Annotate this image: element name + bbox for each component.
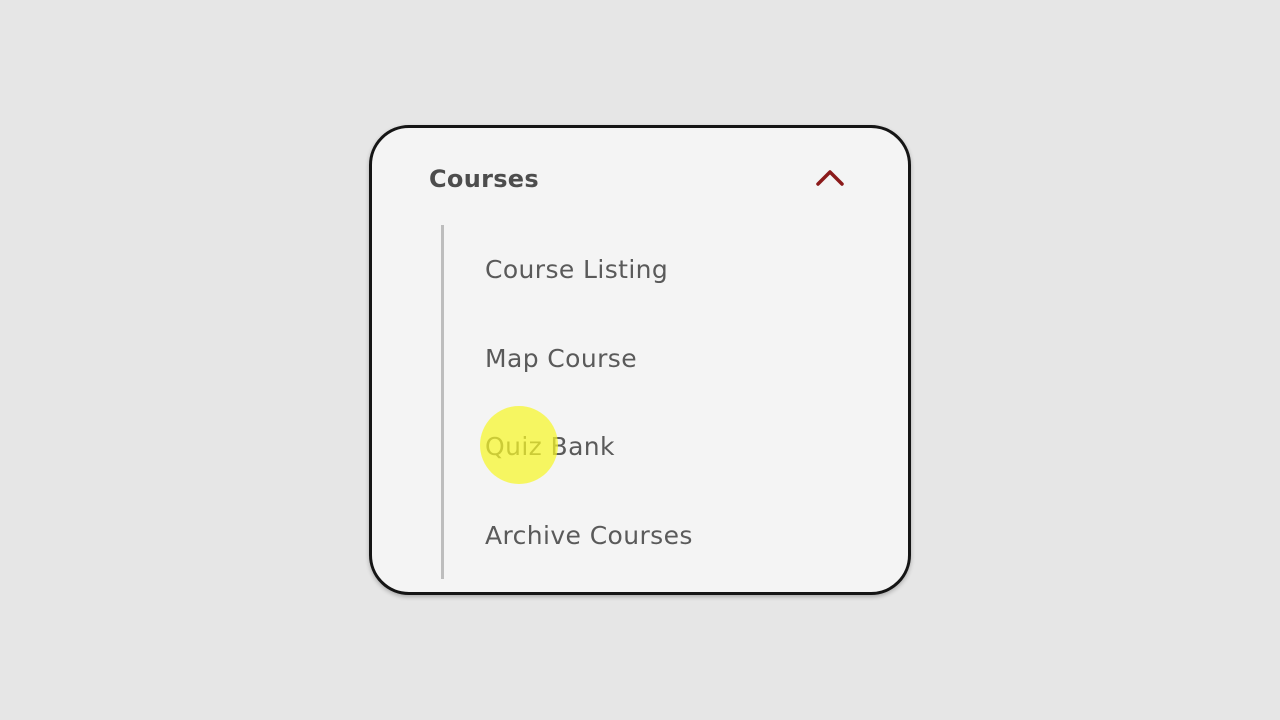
courses-menu-panel: Courses Course Listing Map Course Quiz B… — [369, 125, 911, 595]
menu-item-label: Course Listing — [485, 255, 669, 284]
menu-item-quiz-bank[interactable]: Quiz Bank — [372, 403, 908, 492]
courses-section-header[interactable]: Courses — [372, 128, 908, 232]
menu-item-archive-courses[interactable]: Archive Courses — [372, 492, 908, 581]
menu-item-label: Archive Courses — [485, 520, 693, 550]
menu-item-label: Map Course — [485, 343, 637, 373]
chevron-up-icon[interactable] — [814, 164, 846, 190]
menu-item-map-course[interactable]: Map Course — [372, 315, 908, 404]
screen: Courses Course Listing Map Course Quiz B… — [0, 0, 1280, 720]
menu-item-label: Quiz Bank — [485, 432, 615, 461]
submenu-list: Course Listing Map Course Quiz Bank Arch… — [372, 226, 908, 580]
menu-item-course-listing[interactable]: Course Listing — [372, 226, 908, 315]
section-title: Courses — [429, 165, 539, 193]
